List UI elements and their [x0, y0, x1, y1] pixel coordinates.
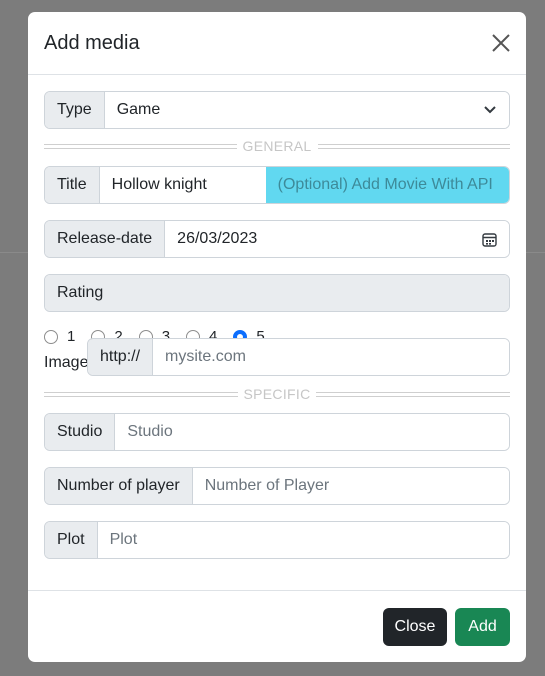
plot-group: Plot Plot — [44, 521, 510, 559]
rating-group: Rating — [44, 274, 510, 312]
release-date-input[interactable]: 26/03/2023 — [165, 221, 509, 257]
title-group: Title Hollow knight (Optional) Add Movie… — [44, 166, 510, 204]
type-select-value: Game — [116, 101, 161, 118]
modal-title: Add media — [44, 32, 140, 54]
number-of-player-label: Number of player — [45, 468, 193, 504]
release-date-value: 26/03/2023 — [177, 230, 258, 247]
radio-icon[interactable] — [44, 329, 58, 344]
close-icon[interactable] — [488, 30, 514, 56]
type-select[interactable]: Game — [104, 92, 509, 128]
title-input[interactable]: Hollow knight — [99, 167, 266, 203]
close-button[interactable]: Close — [383, 608, 447, 646]
separator-general-label: GENERAL — [242, 138, 312, 154]
add-button[interactable]: Add — [455, 608, 510, 646]
image-url-group: http:// mysite.com — [87, 338, 510, 376]
release-date-label: Release-date — [45, 221, 166, 257]
separator-specific: SPECIFIC — [44, 386, 510, 402]
chevron-down-icon — [484, 106, 496, 114]
plot-label: Plot — [45, 522, 98, 558]
plot-input[interactable]: Plot — [97, 522, 509, 558]
number-of-player-group: Number of player Number of Player — [44, 467, 510, 505]
image-url-input[interactable]: mysite.com — [153, 339, 509, 375]
rating-option-label: 1 — [67, 328, 76, 345]
number-of-player-input[interactable]: Number of Player — [192, 468, 509, 504]
add-with-api-button[interactable]: (Optional) Add Movie With API — [265, 167, 509, 203]
image-url-prefix: http:// — [88, 339, 154, 375]
separator-general: GENERAL — [44, 138, 511, 154]
modal-header: Add media — [28, 12, 526, 75]
rating-option-1[interactable]: 1 — [44, 328, 75, 345]
studio-group: Studio Studio — [44, 413, 510, 451]
rating-label: Rating — [45, 275, 509, 311]
add-media-modal: Add media Type Game GENERAL Title Hollow… — [28, 12, 526, 662]
backdrop-line-left — [0, 252, 28, 253]
modal-footer: Close Add — [28, 590, 526, 662]
backdrop-line-right — [526, 252, 545, 253]
release-date-group: Release-date 26/03/2023 — [44, 220, 510, 258]
type-select-group: Type Game — [44, 91, 510, 129]
studio-input[interactable]: Studio — [115, 414, 509, 450]
separator-specific-label: SPECIFIC — [243, 386, 311, 402]
type-label: Type — [45, 92, 105, 128]
calendar-icon[interactable] — [482, 232, 497, 247]
title-label: Title — [45, 167, 100, 203]
studio-label: Studio — [45, 414, 116, 450]
image-label: Image — [44, 354, 89, 371]
